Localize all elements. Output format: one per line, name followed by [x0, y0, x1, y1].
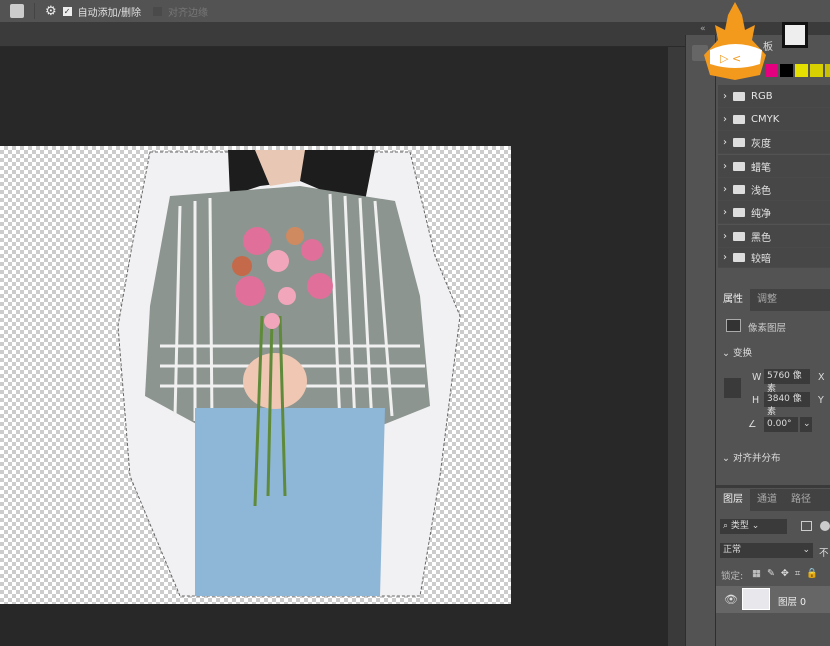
eye-icon[interactable]: 👁 [724, 593, 738, 606]
tab-layers[interactable]: 图层 [716, 489, 750, 511]
adjustment-filter-icon[interactable] [820, 521, 830, 531]
folder-icon [733, 161, 745, 171]
folder-icon [733, 91, 745, 101]
hands [243, 353, 307, 409]
swatch-group[interactable]: › 纯净 [718, 201, 830, 224]
swatch-group[interactable]: › CMYK [718, 108, 830, 131]
pixel-layer-icon [726, 319, 741, 332]
folder-icon [733, 137, 745, 147]
panel-icon-column [685, 35, 715, 646]
gear-icon[interactable]: ⚙ [45, 4, 57, 19]
panel-divider[interactable] [668, 47, 685, 646]
tab-paths[interactable]: 路径 [784, 489, 818, 511]
link-icon[interactable] [724, 378, 741, 398]
folder-icon [733, 114, 745, 124]
x-label: X [818, 372, 825, 383]
auto-add-delete-label: 自动添加/删除 [77, 7, 142, 19]
pen-add-icon[interactable] [10, 4, 24, 18]
swatch-group[interactable]: › 灰度 [718, 131, 830, 154]
opacity-label: 不 [819, 548, 829, 559]
swatch-group[interactable]: › RGB [718, 85, 830, 108]
panel-separator [716, 485, 830, 488]
svg-text:▷ <: ▷ < [720, 52, 741, 65]
layer-name[interactable]: 图层 0 [778, 594, 806, 608]
photo-selection [117, 150, 461, 597]
jeans [195, 408, 385, 596]
lock-label: 锁定: [721, 571, 744, 582]
folder-icon [733, 231, 745, 241]
layer-thumbnail [742, 588, 770, 610]
folder-icon [733, 253, 745, 262]
swatch[interactable] [825, 64, 830, 77]
angle-dropdown[interactable]: ⌄ [800, 417, 812, 432]
tab-properties[interactable]: 属性 [716, 289, 750, 311]
layer-filter-dropdown[interactable]: ⌕ 类型 ⌄ [720, 519, 787, 534]
swatch[interactable] [810, 64, 823, 77]
align-distribute-header[interactable]: ⌄ 对齐并分布 [722, 450, 781, 464]
width-input[interactable]: 5760 像素 [764, 369, 810, 394]
align-edges-checkbox[interactable] [153, 6, 163, 16]
folder-icon [733, 207, 745, 217]
h-label: H [752, 395, 760, 406]
lock-icons[interactable]: ▦✎✥⌗🔒 [752, 568, 824, 579]
watermark-glyph [782, 22, 808, 48]
transform-header[interactable]: ⌄ 变换 [722, 345, 752, 359]
document-image[interactable] [0, 146, 511, 604]
layer-row[interactable]: 👁 图层 0 [716, 586, 830, 613]
watermark-logo: ▷ < [704, 2, 766, 80]
folder-icon [733, 184, 745, 194]
layers-tabs: 图层 通道 路径 [716, 489, 830, 511]
properties-tabs: 属性 调整 [716, 289, 830, 311]
blend-mode-dropdown[interactable]: 正常 ⌄ [720, 543, 813, 558]
y-label: Y [818, 395, 824, 406]
swatch-group[interactable]: › 浅色 [718, 178, 830, 201]
tab-channels[interactable]: 通道 [750, 489, 784, 511]
auto-add-delete-checkbox[interactable]: ✓ [62, 6, 72, 16]
swatch-group[interactable]: › 蜡笔 [718, 155, 830, 178]
align-edges-label: 对齐边缘 [168, 7, 209, 19]
swatch-group[interactable]: › 较暗 [718, 248, 830, 268]
swatch[interactable] [795, 64, 808, 77]
height-input[interactable]: 3840 像素 [764, 392, 810, 417]
image-filter-icon[interactable] [801, 521, 812, 531]
layer-type-label: 像素图层 [748, 323, 787, 334]
angle-input[interactable]: 0.00° [764, 417, 798, 432]
w-label: W [752, 372, 762, 383]
swatch[interactable] [780, 64, 793, 77]
tab-adjustments[interactable]: 调整 [750, 289, 784, 311]
swatch-group[interactable]: › 黑色 [718, 225, 830, 248]
angle-icon: ∠ [748, 419, 757, 430]
